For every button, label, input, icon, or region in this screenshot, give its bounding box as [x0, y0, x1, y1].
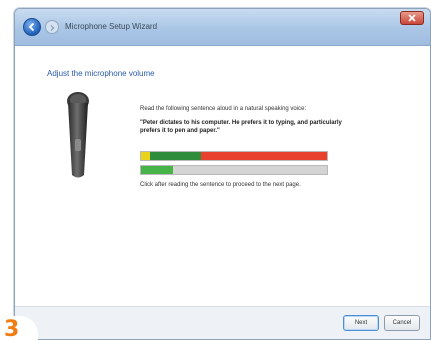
input-level-meter — [140, 165, 328, 175]
input-level-fill — [141, 166, 173, 174]
window-title: Microphone Setup Wizard — [65, 22, 158, 31]
close-button[interactable] — [400, 11, 424, 25]
volume-range-meter — [140, 151, 328, 161]
instruction-read-aloud: Read the following sentence aloud in a n… — [140, 106, 307, 112]
step-number: 3 — [4, 317, 20, 340]
meter-segment-optimal — [150, 152, 201, 160]
back-button[interactable] — [23, 18, 41, 36]
page-heading: Adjust the microphone volume — [47, 69, 155, 78]
wizard-window: Microphone Setup Wizard Adjust the micro… — [14, 8, 431, 340]
wizard-content: Adjust the microphone volume Read the fo… — [15, 46, 430, 306]
wizard-footer: Next Cancel — [15, 306, 430, 339]
back-arrow-icon — [28, 22, 35, 32]
title-bar: Microphone Setup Wizard — [15, 9, 430, 46]
instruction-proceed: Click after reading the sentence to proc… — [140, 182, 301, 188]
forward-button[interactable] — [45, 20, 59, 34]
close-icon — [408, 14, 416, 22]
microphone-icon — [67, 92, 89, 178]
meter-segment-high — [200, 152, 327, 160]
meter-segment-low — [141, 152, 151, 160]
screenshot-stage: Microphone Setup Wizard Adjust the micro… — [0, 0, 431, 340]
instruction-sentence: "Peter dictates to his computer. He pref… — [140, 120, 342, 134]
next-button[interactable]: Next — [343, 315, 379, 331]
forward-arrow-icon — [50, 25, 55, 31]
cancel-button[interactable]: Cancel — [384, 315, 420, 331]
